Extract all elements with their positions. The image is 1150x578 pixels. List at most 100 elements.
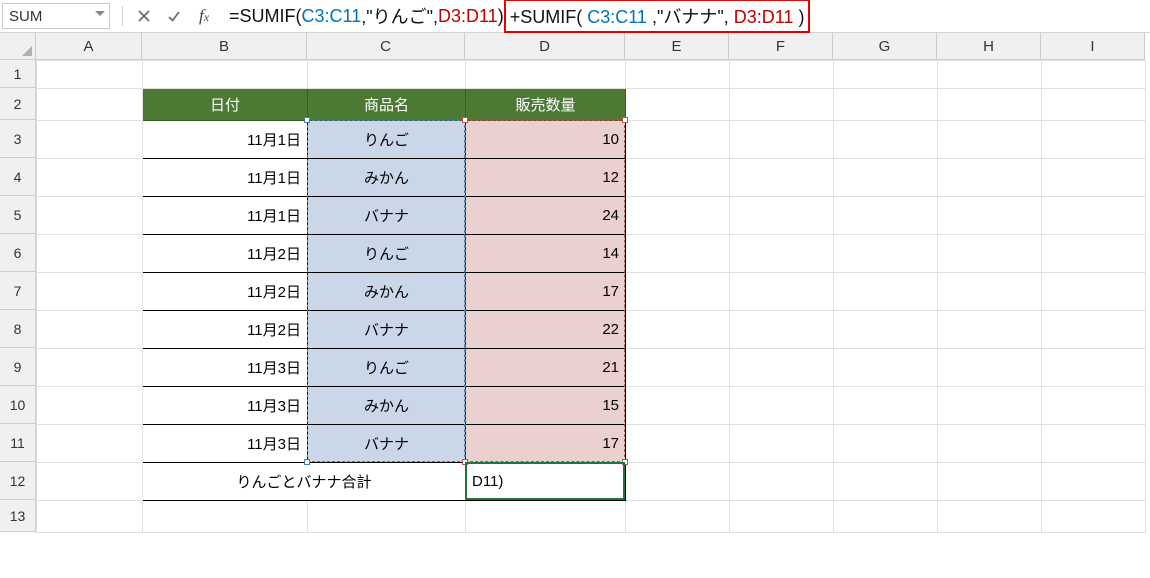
cell[interactable]: [1042, 197, 1146, 235]
cell[interactable]: [626, 501, 730, 533]
cell-date[interactable]: 11月3日: [143, 387, 308, 425]
col-head[interactable]: E: [625, 33, 729, 60]
cell-quantity[interactable]: 14: [466, 235, 626, 273]
cell[interactable]: [626, 61, 730, 89]
cell[interactable]: [1042, 501, 1146, 533]
cell-quantity[interactable]: 15: [466, 387, 626, 425]
cell[interactable]: [730, 425, 834, 463]
col-head[interactable]: A: [36, 33, 142, 60]
cell[interactable]: [938, 273, 1042, 311]
cell[interactable]: [730, 61, 834, 89]
cell[interactable]: [834, 425, 938, 463]
cell-date[interactable]: 11月3日: [143, 425, 308, 463]
cell[interactable]: [37, 235, 143, 273]
cell[interactable]: [1042, 273, 1146, 311]
cell[interactable]: [1042, 89, 1146, 121]
cell[interactable]: [938, 349, 1042, 387]
cell[interactable]: [834, 159, 938, 197]
cell[interactable]: [37, 89, 143, 121]
select-all-corner[interactable]: [0, 33, 36, 60]
cell-total-label[interactable]: りんごとバナナ合計: [143, 463, 466, 501]
row-head[interactable]: 4: [0, 158, 36, 196]
cell[interactable]: [938, 311, 1042, 349]
cell[interactable]: [308, 501, 466, 533]
cell-editing[interactable]: D11): [466, 463, 626, 501]
cell[interactable]: [1042, 159, 1146, 197]
cell[interactable]: [37, 159, 143, 197]
cell[interactable]: [626, 235, 730, 273]
row-head[interactable]: 7: [0, 272, 36, 310]
cell-date[interactable]: 11月1日: [143, 159, 308, 197]
cell[interactable]: [938, 463, 1042, 501]
header-quantity[interactable]: 販売数量: [466, 89, 626, 121]
cell[interactable]: [834, 311, 938, 349]
name-box[interactable]: SUM: [2, 3, 110, 29]
cell[interactable]: [834, 61, 938, 89]
cell-date[interactable]: 11月1日: [143, 121, 308, 159]
cell-quantity[interactable]: 17: [466, 425, 626, 463]
col-head[interactable]: B: [142, 33, 307, 60]
cell-quantity[interactable]: 21: [466, 349, 626, 387]
cell[interactable]: [37, 425, 143, 463]
cell-product[interactable]: みかん: [308, 159, 466, 197]
col-head[interactable]: F: [729, 33, 833, 60]
cell[interactable]: [626, 311, 730, 349]
cell-date[interactable]: 11月2日: [143, 311, 308, 349]
cell[interactable]: [938, 235, 1042, 273]
cell[interactable]: [730, 387, 834, 425]
cell[interactable]: [626, 425, 730, 463]
row-head[interactable]: 13: [0, 500, 36, 532]
cell[interactable]: [1042, 349, 1146, 387]
cell-product[interactable]: りんご: [308, 235, 466, 273]
row-head[interactable]: 3: [0, 120, 36, 158]
enter-button[interactable]: [161, 3, 187, 29]
header-product[interactable]: 商品名: [308, 89, 466, 121]
cell-quantity[interactable]: 12: [466, 159, 626, 197]
cancel-button[interactable]: [131, 3, 157, 29]
cell[interactable]: [938, 387, 1042, 425]
cell[interactable]: [834, 387, 938, 425]
cell[interactable]: [834, 349, 938, 387]
cell[interactable]: [938, 121, 1042, 159]
cell[interactable]: [730, 349, 834, 387]
row-head[interactable]: 5: [0, 196, 36, 234]
cell-date[interactable]: 11月2日: [143, 273, 308, 311]
chevron-down-icon[interactable]: [95, 11, 105, 16]
row-head[interactable]: 2: [0, 88, 36, 120]
cell-quantity[interactable]: 24: [466, 197, 626, 235]
cell-quantity[interactable]: 10: [466, 121, 626, 159]
cell[interactable]: [37, 61, 143, 89]
cell[interactable]: [143, 61, 308, 89]
cell-date[interactable]: 11月3日: [143, 349, 308, 387]
cell-product[interactable]: りんご: [308, 349, 466, 387]
cell[interactable]: [1042, 463, 1146, 501]
row-head[interactable]: 9: [0, 348, 36, 386]
cell[interactable]: [1042, 121, 1146, 159]
cell[interactable]: [626, 349, 730, 387]
cell[interactable]: [37, 463, 143, 501]
row-head[interactable]: 11: [0, 424, 36, 462]
cell[interactable]: [626, 387, 730, 425]
cell[interactable]: [1042, 425, 1146, 463]
cell[interactable]: [834, 197, 938, 235]
cell[interactable]: [730, 273, 834, 311]
cell[interactable]: [938, 159, 1042, 197]
cell[interactable]: [730, 159, 834, 197]
cell-product[interactable]: バナナ: [308, 197, 466, 235]
cell[interactable]: [730, 311, 834, 349]
cell[interactable]: [834, 89, 938, 121]
cell[interactable]: [730, 235, 834, 273]
formula-input[interactable]: =SUMIF( C3:C11 ,"りんご", D3:D11 ) +SUMIF( …: [219, 0, 1150, 33]
cell-quantity[interactable]: 17: [466, 273, 626, 311]
cell[interactable]: [938, 501, 1042, 533]
cell[interactable]: [1042, 61, 1146, 89]
cell[interactable]: [938, 425, 1042, 463]
cell[interactable]: [834, 501, 938, 533]
cell[interactable]: [37, 273, 143, 311]
cell-product[interactable]: バナナ: [308, 311, 466, 349]
cell[interactable]: [834, 121, 938, 159]
cell-quantity[interactable]: 22: [466, 311, 626, 349]
cell[interactable]: [37, 121, 143, 159]
cell[interactable]: [834, 235, 938, 273]
col-head[interactable]: D: [465, 33, 625, 60]
